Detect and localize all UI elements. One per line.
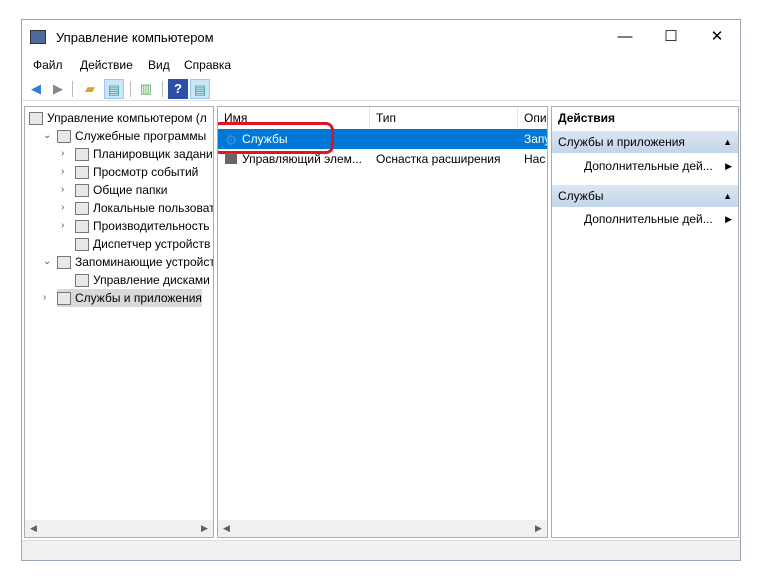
tree-item-label: Планировщик задани bbox=[93, 147, 213, 161]
menu-help[interactable]: Справка bbox=[184, 58, 231, 72]
actions-title: Действия bbox=[558, 111, 616, 125]
column-header-description[interactable]: Опи bbox=[518, 107, 547, 129]
expander-icon[interactable]: › bbox=[61, 217, 64, 235]
expander-icon[interactable]: › bbox=[61, 163, 64, 181]
submenu-arrow-icon: ▶ bbox=[725, 214, 732, 224]
tree-item-label: Локальные пользовате bbox=[93, 201, 214, 215]
tree-item-label: Службы и приложения bbox=[75, 291, 202, 305]
tree-item[interactable]: › Службы и приложения bbox=[43, 289, 202, 307]
tree-node-icon bbox=[29, 112, 43, 126]
show-hide-action-pane-icon[interactable]: ▤ bbox=[190, 79, 210, 99]
tree-node-icon bbox=[75, 220, 89, 234]
actions-pane: Действия Службы и приложения ▲ Дополнител… bbox=[551, 106, 739, 538]
console-tree-pane: Управление компьютером (л ⌄ Служебные прог… bbox=[24, 106, 214, 538]
tree-item[interactable]: › Общие папки bbox=[61, 181, 168, 199]
window-title: Управление компьютером bbox=[56, 30, 214, 45]
details-horizontal-scrollbar[interactable]: ◀ ▶ bbox=[218, 520, 547, 537]
tree-item[interactable]: › Локальные пользовате bbox=[61, 199, 214, 217]
tree-item-label: Управление дисками bbox=[93, 273, 210, 287]
tree-item[interactable]: Диспетчер устройств bbox=[75, 235, 210, 253]
details-pane: Имя Тип Опи ⚙ Службы Запу Управляющий эл… bbox=[217, 106, 548, 538]
status-bar bbox=[22, 540, 740, 560]
submenu-arrow-icon: ▶ bbox=[725, 161, 732, 171]
actions-section-services[interactable]: Службы ▲ bbox=[552, 185, 738, 207]
close-button[interactable]: ✕ bbox=[694, 20, 740, 54]
tree-item[interactable]: ⌄ Служебные программы bbox=[43, 127, 207, 145]
tree-node-icon bbox=[75, 184, 89, 198]
more-actions-2[interactable]: Дополнительные дей... ▶ bbox=[552, 208, 738, 230]
expander-icon[interactable]: ⌄ bbox=[43, 127, 51, 145]
more-actions-1[interactable]: Дополнительные дей... ▶ bbox=[552, 155, 738, 177]
tree-item[interactable]: › Планировщик задани bbox=[61, 145, 213, 163]
tree-item-label: Управление компьютером (л bbox=[47, 111, 207, 125]
tree-node-icon bbox=[75, 148, 89, 162]
menu-view[interactable]: Вид bbox=[148, 58, 170, 72]
tree-item[interactable]: › Производительность bbox=[61, 217, 210, 235]
snapin-icon bbox=[225, 153, 237, 164]
tree-item[interactable]: Управление дисками bbox=[75, 271, 210, 289]
tree-node-icon bbox=[57, 256, 71, 270]
expander-icon[interactable]: › bbox=[43, 289, 46, 307]
tree-item-label: Просмотр событий bbox=[93, 165, 199, 179]
back-icon[interactable]: ◀ bbox=[26, 79, 46, 99]
toolbar: ◀ ▶ ▰ ▤ ▥ ? ▤ bbox=[22, 77, 740, 101]
maximize-button[interactable]: ☐ bbox=[648, 20, 694, 54]
tree-node-icon bbox=[75, 238, 89, 252]
title-bar: Управление компьютером — ☐ ✕ bbox=[22, 20, 740, 56]
tree-item-label: Производительность bbox=[93, 219, 210, 233]
export-list-icon[interactable]: ▥ bbox=[136, 79, 156, 99]
tree-item-label: Общие папки bbox=[93, 183, 168, 197]
list-row-wmi-control[interactable]: Управляющий элем... Оснастка расширения … bbox=[218, 149, 547, 169]
column-header-type[interactable]: Тип bbox=[370, 107, 518, 129]
computer-management-icon bbox=[30, 30, 46, 44]
forward-icon[interactable]: ▶ bbox=[48, 79, 68, 99]
computer-management-window: Управление компьютером — ☐ ✕ Файл Действ… bbox=[21, 19, 741, 561]
expander-icon[interactable]: ⌄ bbox=[43, 253, 51, 271]
tree-node-icon bbox=[57, 292, 71, 306]
tree-node-icon bbox=[57, 130, 71, 144]
show-hide-tree-icon[interactable]: ▤ bbox=[104, 79, 124, 99]
menu-action[interactable]: Действие bbox=[80, 58, 133, 72]
tree-item-label: Диспетчер устройств bbox=[93, 237, 211, 251]
menu-file[interactable]: Файл bbox=[33, 58, 63, 72]
tree-horizontal-scrollbar[interactable]: ◀ ▶ bbox=[25, 520, 213, 537]
collapse-icon: ▲ bbox=[723, 191, 732, 201]
minimize-button[interactable]: — bbox=[602, 20, 648, 54]
tree-item-label: Служебные программы bbox=[75, 129, 207, 143]
tree-item[interactable]: Управление компьютером (л bbox=[29, 109, 207, 127]
menu-bar: Файл Действие Вид Справка bbox=[22, 56, 740, 76]
up-folder-icon[interactable]: ▰ bbox=[80, 79, 100, 99]
tree-item-label: Запоминающие устройст bbox=[75, 255, 214, 269]
tree-item[interactable]: ⌄ Запоминающие устройст bbox=[43, 253, 214, 271]
expander-icon[interactable]: › bbox=[61, 145, 64, 163]
tree-node-icon bbox=[75, 202, 89, 216]
collapse-icon: ▲ bbox=[723, 137, 732, 147]
tree-node-icon bbox=[75, 166, 89, 180]
actions-section-services-apps[interactable]: Службы и приложения ▲ bbox=[552, 131, 738, 153]
expander-icon[interactable]: › bbox=[61, 181, 64, 199]
tree-item[interactable]: › Просмотр событий bbox=[61, 163, 199, 181]
tree-node-icon bbox=[75, 274, 89, 288]
help-icon[interactable]: ? bbox=[168, 79, 188, 99]
expander-icon[interactable]: › bbox=[61, 199, 64, 217]
